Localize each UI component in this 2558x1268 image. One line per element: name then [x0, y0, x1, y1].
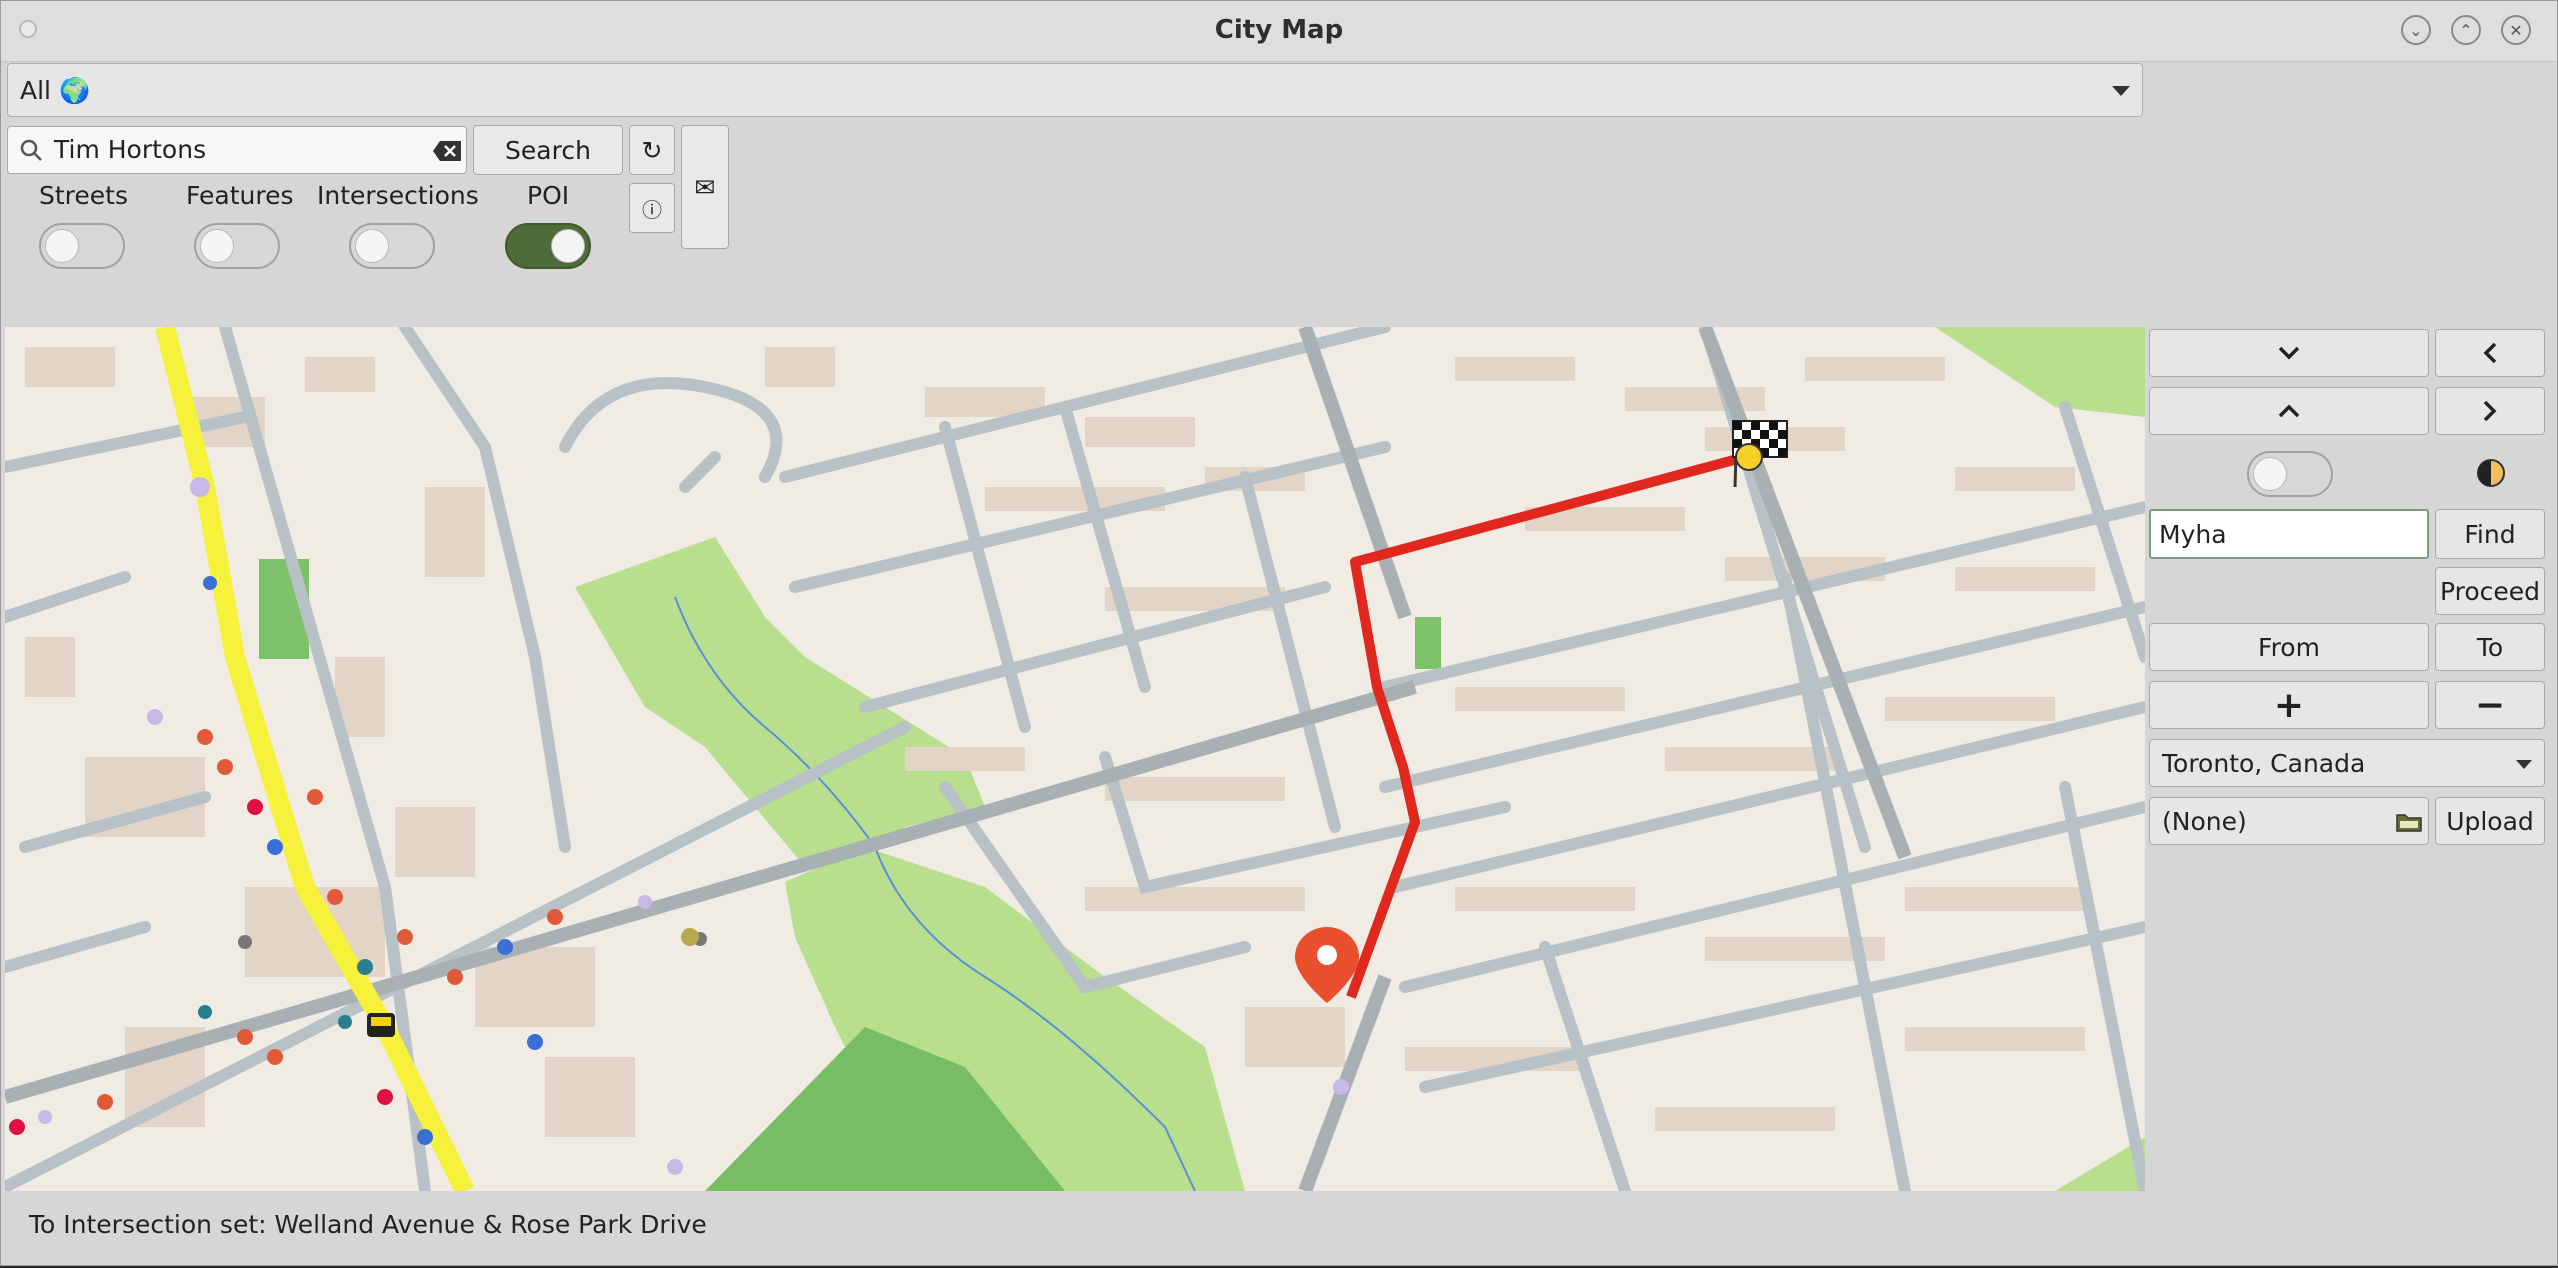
chevron-right-icon: [2483, 400, 2497, 422]
minimize-button[interactable]: ⌄: [2401, 15, 2431, 45]
clear-text-icon[interactable]: [432, 140, 462, 162]
close-icon: ✕: [2509, 20, 2523, 40]
title-bar: City Map ⌄ ⌃ ✕: [1, 1, 2557, 62]
pan-down-button[interactable]: [2149, 329, 2429, 377]
to-button[interactable]: To: [2435, 623, 2545, 671]
zoom-out-button[interactable]: −: [2435, 681, 2545, 729]
search-icon: [20, 139, 42, 161]
poi-toggle[interactable]: [505, 223, 591, 269]
city-dropdown[interactable]: Toronto, Canada: [2149, 739, 2545, 787]
intersections-toggle[interactable]: [349, 223, 435, 269]
search-input[interactable]: Tim Hortons: [7, 126, 467, 174]
info-button[interactable]: ⓘ: [629, 183, 675, 233]
features-toggle-label: Features: [186, 181, 294, 210]
dropdown-arrow-icon: [2516, 760, 2532, 769]
minus-icon: −: [2474, 684, 2506, 726]
app-window: City Map ⌄ ⌃ ✕ All 🌍 Tim Hortons Search …: [0, 0, 2558, 1266]
mail-button[interactable]: ✉: [681, 125, 729, 249]
night-mode-icon: [2477, 459, 2505, 487]
park-area: [575, 537, 985, 867]
chevron-down-icon: ⌄: [2409, 20, 2423, 40]
night-mode-toggle[interactable]: [2247, 451, 2333, 497]
map-canvas[interactable]: [5, 327, 2145, 1191]
pan-left-button[interactable]: [2435, 329, 2545, 377]
chevron-up-icon: [2278, 404, 2300, 418]
plus-icon: +: [2273, 684, 2305, 726]
file-chooser-value: (None): [2162, 806, 2247, 836]
maximize-button[interactable]: ⌃: [2451, 15, 2481, 45]
chevron-down-icon: [2278, 346, 2300, 360]
region-dropdown-value: All 🌍: [20, 76, 91, 105]
refresh-button[interactable]: ↻: [629, 125, 675, 175]
region-dropdown[interactable]: All 🌍: [7, 63, 2143, 117]
window-title: City Map: [1214, 15, 1344, 45]
mail-icon: ✉: [694, 172, 716, 202]
park-area: [1415, 617, 1441, 669]
search-button[interactable]: Search: [473, 125, 623, 175]
search-value: Tim Hortons: [54, 135, 207, 164]
map-graphics: [5, 327, 2145, 1191]
folder-icon: [2396, 814, 2422, 832]
streets-toggle[interactable]: [39, 223, 125, 269]
park-area: [1935, 327, 2145, 417]
info-icon: ⓘ: [642, 197, 662, 222]
highway: [155, 327, 474, 1191]
streets-toggle-label: Streets: [39, 181, 128, 210]
pan-right-button[interactable]: [2435, 387, 2545, 435]
intersections-toggle-label: Intersections: [317, 181, 479, 210]
find-input[interactable]: Myha: [2149, 509, 2429, 559]
upload-button[interactable]: Upload: [2435, 797, 2545, 845]
poi-toggle-label: POI: [527, 181, 570, 210]
chevron-up-icon: ⌃: [2459, 20, 2473, 40]
zoom-in-button[interactable]: +: [2149, 681, 2429, 729]
chevron-left-icon: [2483, 342, 2497, 364]
find-input-value: Myha: [2159, 520, 2227, 549]
city-dropdown-value: Toronto, Canada: [2162, 748, 2366, 778]
dropdown-arrow-icon: [2112, 86, 2130, 96]
refresh-icon: ↻: [641, 135, 663, 165]
features-toggle[interactable]: [194, 223, 280, 269]
from-button[interactable]: From: [2149, 623, 2429, 671]
proceed-button[interactable]: Proceed: [2435, 567, 2545, 615]
close-button[interactable]: ✕: [2501, 15, 2531, 45]
find-button[interactable]: Find: [2435, 509, 2545, 559]
file-chooser-button[interactable]: (None): [2149, 797, 2429, 845]
status-bar-text: To Intersection set: Welland Avenue & Ro…: [29, 1210, 707, 1239]
pan-up-button[interactable]: [2149, 387, 2429, 435]
